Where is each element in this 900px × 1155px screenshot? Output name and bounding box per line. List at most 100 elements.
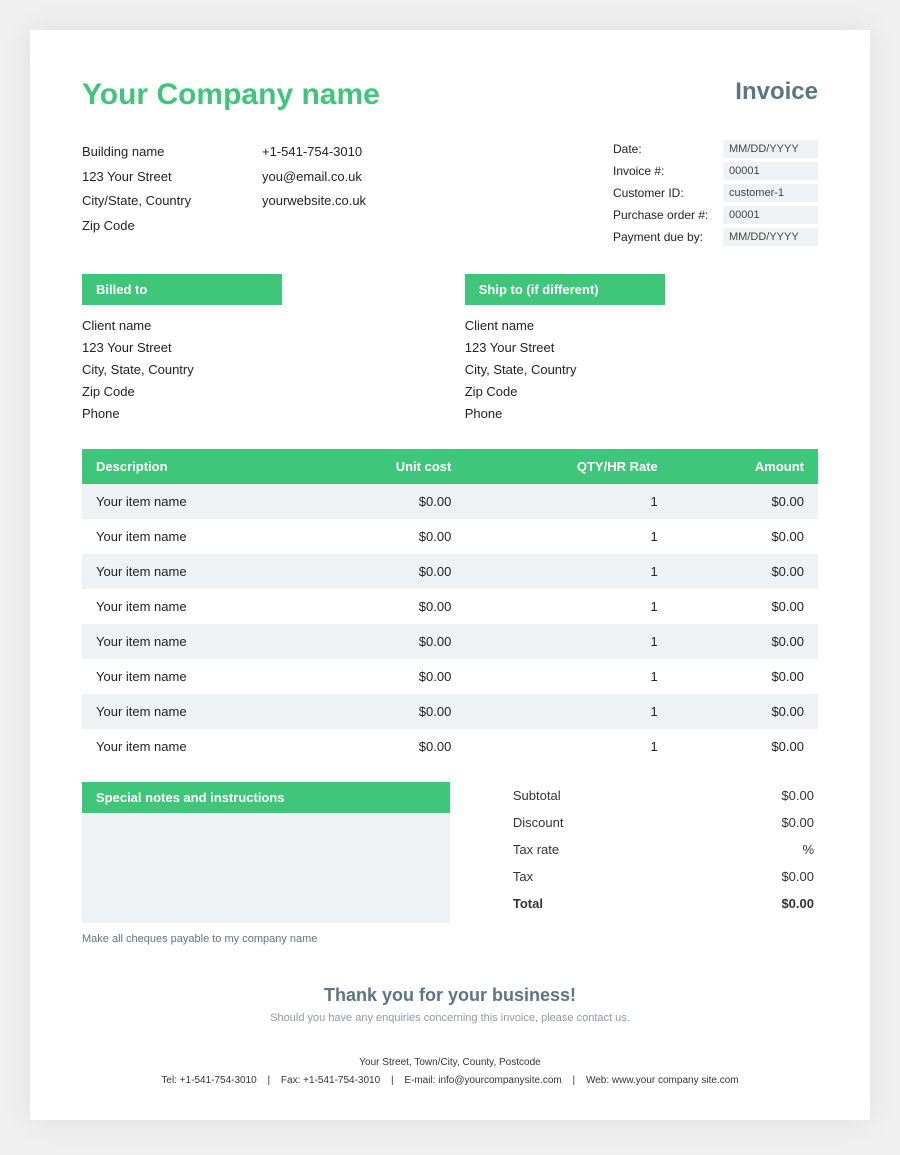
billed-street: 123 Your Street xyxy=(82,337,435,359)
discount-value: $0.00 xyxy=(781,815,814,830)
col-description: Description xyxy=(82,449,307,484)
notes-col: Special notes and instructions xyxy=(82,782,450,923)
invoice-meta: Date: MM/DD/YYYY Invoice #: 00001 Custom… xyxy=(613,140,818,250)
taxrate-label: Tax rate xyxy=(513,842,559,857)
cell-desc: Your item name xyxy=(82,694,307,729)
total-value: $0.00 xyxy=(781,896,814,911)
cell-unit: $0.00 xyxy=(307,554,466,589)
cell-amount: $0.00 xyxy=(672,694,818,729)
footer-tel: Tel: +1-541-754-3010 xyxy=(161,1075,256,1086)
thank-you: Thank you for your business! xyxy=(82,985,818,1006)
tax-value: $0.00 xyxy=(781,869,814,884)
meta-invoice-no-label: Invoice #: xyxy=(613,164,723,178)
cell-unit: $0.00 xyxy=(307,519,466,554)
ship-to-header: Ship to (if different) xyxy=(465,274,665,305)
ship-zip: Zip Code xyxy=(465,381,818,403)
footer-sep: | xyxy=(573,1075,576,1086)
info-row: Building name 123 Your Street City/State… xyxy=(82,140,818,250)
total-row: Total $0.00 xyxy=(509,890,818,917)
company-info: Building name 123 Your Street City/State… xyxy=(82,140,402,250)
cell-amount: $0.00 xyxy=(672,554,818,589)
invoice-title: Invoice xyxy=(735,78,818,112)
phone-line: +1-541-754-3010 xyxy=(262,140,402,165)
enquiry-text: Should you have any enquiries concerning… xyxy=(82,1012,818,1024)
notes-body[interactable] xyxy=(82,813,450,923)
cell-amount: $0.00 xyxy=(672,624,818,659)
ship-city: City, State, Country xyxy=(465,359,818,381)
billed-to-col: Billed to Client name 123 Your Street Ci… xyxy=(82,274,435,425)
company-address: Building name 123 Your Street City/State… xyxy=(82,140,222,250)
total-label: Total xyxy=(513,896,543,911)
street-line: 123 Your Street xyxy=(82,165,222,190)
cell-qty: 1 xyxy=(465,589,671,624)
items-table: Description Unit cost QTY/HR Rate Amount… xyxy=(82,449,818,764)
billed-to-address: Client name 123 Your Street City, State,… xyxy=(82,315,435,425)
website-line: yourwebsite.co.uk xyxy=(262,189,402,214)
footer: Your Street, Town/City, County, Postcode… xyxy=(82,1054,818,1090)
col-unit-cost: Unit cost xyxy=(307,449,466,484)
table-row: Your item name$0.001$0.00 xyxy=(82,554,818,589)
meta-due-label: Payment due by: xyxy=(613,230,723,244)
cell-desc: Your item name xyxy=(82,519,307,554)
cell-unit: $0.00 xyxy=(307,624,466,659)
cell-amount: $0.00 xyxy=(672,729,818,764)
cell-qty: 1 xyxy=(465,729,671,764)
cell-desc: Your item name xyxy=(82,484,307,519)
subtotal-row: Subtotal $0.00 xyxy=(509,782,818,809)
company-contact: +1-541-754-3010 you@email.co.uk yourwebs… xyxy=(262,140,402,250)
discount-row: Discount $0.00 xyxy=(509,809,818,836)
cell-amount: $0.00 xyxy=(672,484,818,519)
footer-fax: Fax: +1-541-754-3010 xyxy=(281,1075,380,1086)
cell-desc: Your item name xyxy=(82,659,307,694)
meta-customer-id-value[interactable]: customer-1 xyxy=(723,184,818,202)
invoice-page: Your Company name Invoice Building name … xyxy=(30,30,870,1120)
email-line: you@email.co.uk xyxy=(262,165,402,190)
cell-unit: $0.00 xyxy=(307,694,466,729)
tax-row: Tax $0.00 xyxy=(509,863,818,890)
ship-to-col: Ship to (if different) Client name 123 Y… xyxy=(465,274,818,425)
cell-qty: 1 xyxy=(465,484,671,519)
footer-sep: | xyxy=(391,1075,394,1086)
subtotal-label: Subtotal xyxy=(513,788,561,803)
taxrate-value: % xyxy=(802,842,814,857)
bottom-row: Special notes and instructions Subtotal … xyxy=(82,782,818,923)
notes-header: Special notes and instructions xyxy=(82,782,450,813)
cell-qty: 1 xyxy=(465,659,671,694)
meta-invoice-no: Invoice #: 00001 xyxy=(613,162,818,180)
billed-zip: Zip Code xyxy=(82,381,435,403)
table-row: Your item name$0.001$0.00 xyxy=(82,659,818,694)
header-row: Your Company name Invoice xyxy=(82,78,818,112)
billed-city: City, State, Country xyxy=(82,359,435,381)
ship-street: 123 Your Street xyxy=(465,337,818,359)
table-row: Your item name$0.001$0.00 xyxy=(82,519,818,554)
zip-line: Zip Code xyxy=(82,214,222,239)
footer-address: Your Street, Town/City, County, Postcode xyxy=(82,1054,818,1072)
cell-unit: $0.00 xyxy=(307,589,466,624)
meta-po-value[interactable]: 00001 xyxy=(723,206,818,224)
cell-desc: Your item name xyxy=(82,729,307,764)
footer-contact-line: Tel: +1-541-754-3010 | Fax: +1-541-754-3… xyxy=(82,1072,818,1090)
cell-qty: 1 xyxy=(465,554,671,589)
totals-col: Subtotal $0.00 Discount $0.00 Tax rate %… xyxy=(509,782,818,923)
address-row: Billed to Client name 123 Your Street Ci… xyxy=(82,274,818,425)
meta-customer-id: Customer ID: customer-1 xyxy=(613,184,818,202)
col-qty: QTY/HR Rate xyxy=(465,449,671,484)
col-amount: Amount xyxy=(672,449,818,484)
cell-desc: Your item name xyxy=(82,554,307,589)
cell-qty: 1 xyxy=(465,624,671,659)
table-row: Your item name$0.001$0.00 xyxy=(82,624,818,659)
cell-amount: $0.00 xyxy=(672,659,818,694)
building-line: Building name xyxy=(82,140,222,165)
meta-due-value[interactable]: MM/DD/YYYY xyxy=(723,228,818,246)
tax-label: Tax xyxy=(513,869,533,884)
cell-amount: $0.00 xyxy=(672,519,818,554)
table-row: Your item name$0.001$0.00 xyxy=(82,589,818,624)
cell-unit: $0.00 xyxy=(307,729,466,764)
footer-sep: | xyxy=(268,1075,271,1086)
meta-po: Purchase order #: 00001 xyxy=(613,206,818,224)
cell-unit: $0.00 xyxy=(307,659,466,694)
ship-phone: Phone xyxy=(465,403,818,425)
meta-invoice-no-value[interactable]: 00001 xyxy=(723,162,818,180)
meta-date-value[interactable]: MM/DD/YYYY xyxy=(723,140,818,158)
cell-amount: $0.00 xyxy=(672,589,818,624)
